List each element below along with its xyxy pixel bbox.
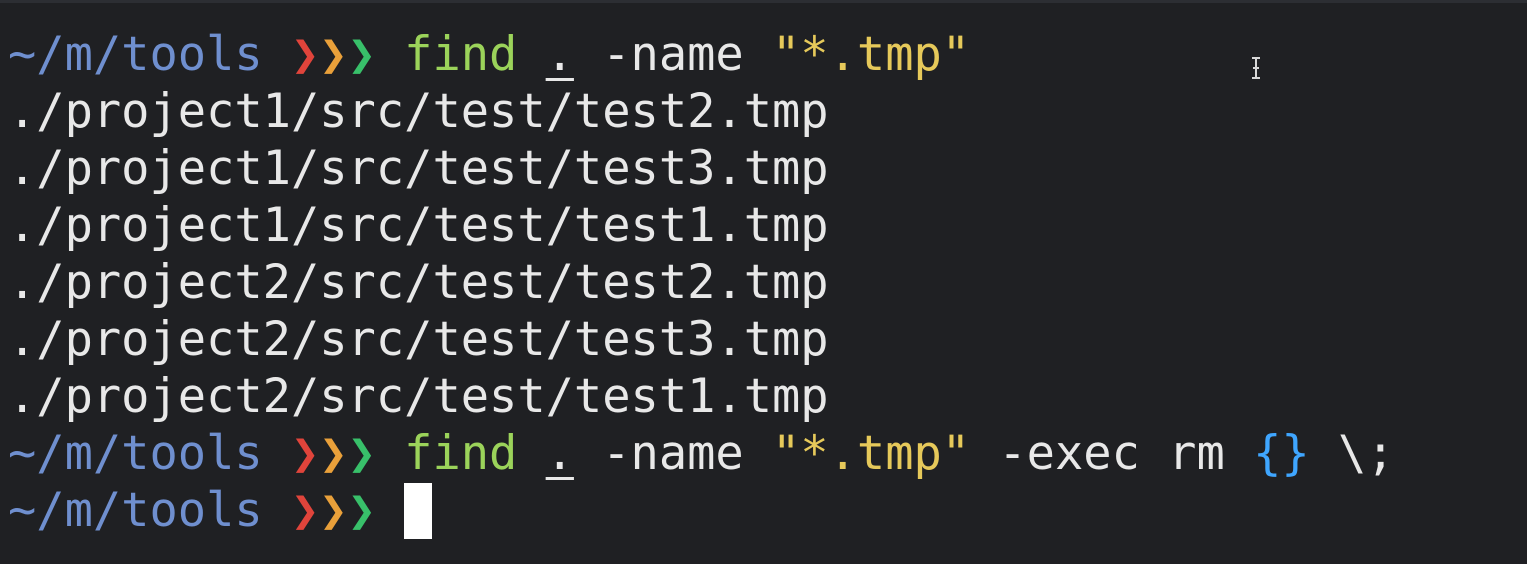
prompt-chevron-green-icon: ❯	[347, 426, 376, 481]
prompt-cwd: ~/m/tools	[8, 27, 263, 82]
output-line: ./project2/src/test/test2.tmp	[8, 255, 829, 310]
terminal-window[interactable]: ~/m/tools ❯❯❯ find . -name "*.tmp" ./pro…	[0, 0, 1527, 564]
prompt-chevron-orange-icon: ❯	[319, 426, 348, 481]
pattern-string: "*.tmp"	[772, 27, 971, 82]
output-line: ./project1/src/test/test3.tmp	[8, 141, 829, 196]
output-line: ./project2/src/test/test3.tmp	[8, 312, 829, 367]
prompt-chevron-orange-icon: ❯	[319, 483, 348, 538]
command-line-2: ~/m/tools ❯❯❯ find . -name "*.tmp" -exec…	[8, 425, 1395, 482]
command-name: find	[404, 27, 518, 82]
exec-terminator: \;	[1337, 426, 1395, 481]
command-line-3[interactable]: ~/m/tools ❯❯❯	[8, 482, 433, 539]
option-name: -name	[602, 426, 744, 481]
prompt-chevron-red-icon: ❯	[290, 483, 320, 538]
option-name: -name	[602, 27, 744, 82]
output-line: ./project1/src/test/test2.tmp	[8, 84, 829, 139]
prompt-chevron-red-icon: ❯	[290, 27, 320, 82]
rm-command: rm	[1168, 426, 1225, 481]
output-line: ./project1/src/test/test1.tmp	[8, 198, 829, 253]
path-argument: .	[545, 27, 574, 82]
ibeam-cursor-icon	[1252, 57, 1260, 79]
text-cursor[interactable]	[404, 483, 433, 539]
prompt-chevron-orange-icon: ❯	[319, 27, 348, 82]
prompt-chevron-red-icon: ❯	[290, 426, 320, 481]
prompt-chevron-green-icon: ❯	[347, 483, 376, 538]
output-line: ./project2/src/test/test1.tmp	[8, 369, 829, 424]
prompt-cwd: ~/m/tools	[8, 483, 263, 538]
command-name: find	[404, 426, 518, 481]
placeholder-braces: {}	[1253, 426, 1310, 481]
exec-option: -exec	[998, 426, 1140, 481]
path-argument: .	[545, 426, 574, 481]
pattern-string: "*.tmp"	[772, 426, 971, 481]
prompt-chevron-green-icon: ❯	[347, 27, 376, 82]
command-line-1: ~/m/tools ❯❯❯ find . -name "*.tmp"	[8, 26, 970, 83]
prompt-cwd: ~/m/tools	[8, 426, 263, 481]
